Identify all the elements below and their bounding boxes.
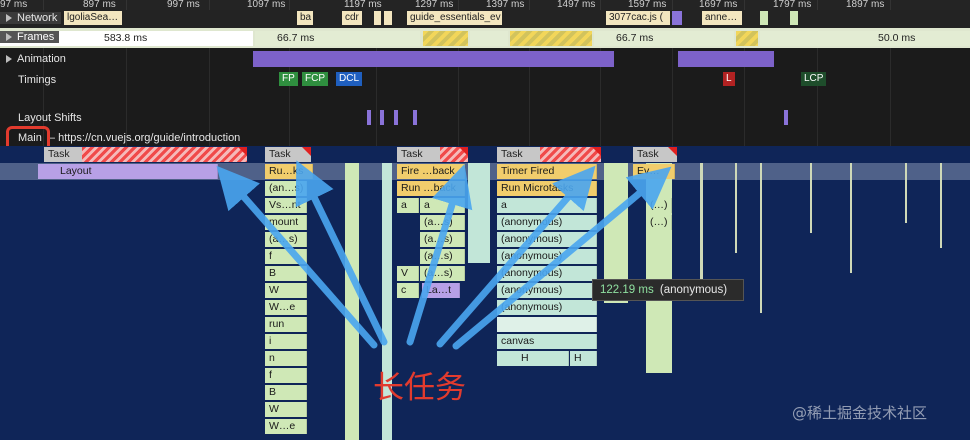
arrow-to-task-1 <box>216 165 378 349</box>
arrow-to-task-5 <box>452 166 672 350</box>
watermark: @稀土掘金技术社区 <box>792 404 928 422</box>
annotation-arrows <box>216 160 672 350</box>
long-task-annotation: 长任务 <box>373 370 466 406</box>
arrow-to-task-2 <box>295 160 388 346</box>
arrow-to-task-3 <box>406 163 473 346</box>
arrow-to-task-4 <box>436 165 596 348</box>
